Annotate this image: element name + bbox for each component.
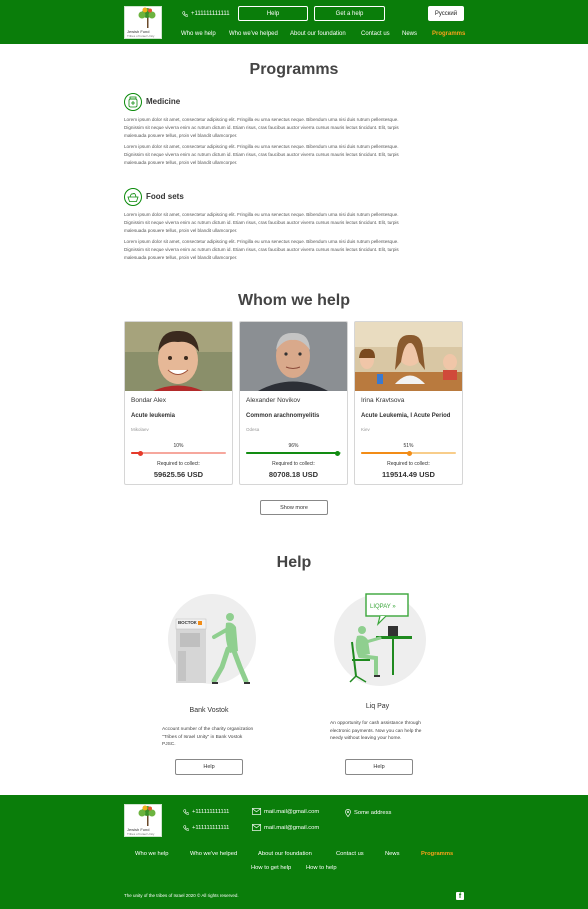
- logo-subtext: Tribes of Israel Unity: [127, 34, 155, 38]
- site-footer: Jewish Fund Tribes of Israel Unity +1111…: [0, 795, 588, 909]
- beneficiary-diagnosis: Common arachnomyelitis: [246, 413, 320, 419]
- copyright: The unity of the tribes of Israel 2020 ©…: [124, 893, 239, 898]
- footer-nav-who-we-help[interactable]: Who we help: [135, 851, 169, 857]
- beneficiary-name: Alexander Novikov: [246, 397, 301, 404]
- tree-logo-icon: [138, 7, 156, 28]
- beneficiary-name: Bondar Alex: [131, 397, 167, 404]
- progress-percent: 96%: [288, 443, 299, 449]
- beneficiary-name: Irina Kravtsova: [361, 397, 405, 404]
- address-text: Some address: [354, 810, 392, 816]
- beneficiary-photo: [240, 322, 347, 391]
- phone-icon: [183, 825, 189, 831]
- footer-nav-how-to-help[interactable]: How to help: [306, 865, 337, 871]
- beneficiary-diagnosis: Acute leukemia: [131, 413, 176, 419]
- footer-nav-how-to-get-help[interactable]: How to get help: [251, 865, 291, 871]
- programs-title: Programms: [249, 61, 339, 78]
- nav-about-foundation[interactable]: About our foundation: [290, 31, 346, 37]
- program-medicine-paragraph-2: Lorem ipsum dolor sit amet, consectetur …: [124, 144, 399, 165]
- beneficiary-photo: [355, 322, 462, 391]
- footer-email-2[interactable]: mail.mail@gmail.com: [252, 824, 319, 831]
- location-pin-icon: [345, 809, 351, 817]
- required-label: Required to collect:: [272, 461, 315, 467]
- program-food-paragraph-1: Lorem ipsum dolor sit amet, consectetur …: [124, 212, 399, 233]
- phone-number: +111111111111: [191, 11, 230, 17]
- progress-percent: 10%: [173, 443, 184, 449]
- help-button[interactable]: Help: [238, 6, 308, 21]
- nav-who-we-help[interactable]: Who we help: [181, 31, 216, 37]
- program-title-food-sets: Food sets: [146, 192, 184, 201]
- nav-news[interactable]: News: [402, 31, 417, 37]
- required-label: Required to collect:: [157, 461, 200, 467]
- atm-bank-label: ВОСТОК: [178, 620, 197, 625]
- logo[interactable]: Jewish Fund Tribes of Israel Unity: [124, 6, 162, 39]
- nav-who-weve-helped[interactable]: Who we've helped: [229, 31, 278, 37]
- phone-number: +111111111111: [192, 809, 230, 815]
- footer-email-1[interactable]: mail.mail@gmail.com: [252, 808, 319, 815]
- progress-bar: [361, 450, 456, 456]
- required-label: Required to collect:: [387, 461, 430, 467]
- header-phone[interactable]: +111111111111: [182, 11, 230, 17]
- liqpay-bubble-label: LIQPAY »: [370, 604, 396, 610]
- footer-nav-contact-us[interactable]: Contact us: [336, 851, 364, 857]
- atm-illustration: [168, 594, 256, 684]
- footer-phone-2[interactable]: +111111111111: [183, 825, 229, 831]
- bank-vostok-help-button[interactable]: Help: [175, 759, 243, 775]
- required-amount: 119514.49 USD: [382, 470, 435, 479]
- program-food-paragraph-2: Lorem ipsum dolor sit amet, consectetur …: [124, 239, 399, 260]
- tree-logo-icon: [138, 805, 156, 826]
- footer-nav-who-weve-helped[interactable]: Who we've helped: [190, 851, 237, 857]
- progress-percent: 51%: [403, 443, 414, 449]
- help-method-text-liqpay: An opportunity for cash assistance throu…: [330, 721, 422, 741]
- progress-bar: [131, 450, 226, 456]
- program-medicine-paragraph-1: Lorem ipsum dolor sit amet, consectetur …: [124, 117, 399, 138]
- liqpay-help-button[interactable]: Help: [345, 759, 413, 775]
- beneficiary-city: Odesa: [246, 427, 260, 432]
- beneficiary-city: Mikolaev: [131, 427, 149, 432]
- footer-nav-programms[interactable]: Programms: [421, 851, 453, 857]
- beneficiary-card[interactable]: Bondar Alex Acute leukemia Mikolaev 10% …: [124, 321, 233, 485]
- atm-brand-mark: [198, 621, 202, 625]
- beneficiary-card[interactable]: Irina Kravtsova Acute Leukemia, I Acute …: [354, 321, 463, 485]
- required-amount: 80708.18 USD: [268, 470, 319, 479]
- beneficiary-photo: [125, 322, 232, 391]
- get-help-button[interactable]: Get a help: [314, 6, 385, 21]
- nav-programms[interactable]: Programms: [432, 31, 465, 37]
- nav-contact-us[interactable]: Contact us: [361, 31, 390, 37]
- food-basket-icon: [124, 188, 142, 206]
- site-header: Jewish Fund Tribes of Israel Unity +1111…: [0, 0, 588, 44]
- email-address: mail.mail@gmail.com: [264, 824, 320, 831]
- required-amount: 59625.56 USD: [153, 470, 204, 479]
- phone-number: +111111111111: [192, 825, 230, 831]
- email-address: mail.mail@gmail.com: [264, 808, 320, 815]
- facebook-icon[interactable]: f: [456, 892, 464, 900]
- beneficiary-city: Kiev: [361, 427, 370, 432]
- progress-bar: [246, 450, 341, 456]
- logo-subtext: Tribes of Israel Unity: [127, 832, 155, 836]
- help-method-title-bank-vostok: Bank Vostok: [189, 707, 229, 714]
- mail-icon: [252, 824, 261, 831]
- footer-nav-news[interactable]: News: [385, 851, 400, 857]
- help-title: Help: [276, 554, 312, 571]
- footer-address: Some address: [345, 809, 391, 817]
- help-method-title-liqpay: Liq Pay: [365, 703, 390, 710]
- beneficiary-card[interactable]: Alexander Novikov Common arachnomyelitis…: [239, 321, 348, 485]
- phone-icon: [183, 809, 189, 815]
- mail-icon: [252, 808, 261, 815]
- beneficiary-diagnosis: Acute Leukemia, I Acute Period: [361, 413, 451, 419]
- whom-we-help-title: Whom we help: [238, 292, 350, 309]
- footer-nav-about-foundation[interactable]: About our foundation: [258, 851, 312, 857]
- footer-phone-1[interactable]: +111111111111: [183, 809, 229, 815]
- medicine-bottle-icon: [124, 93, 142, 111]
- show-more-button[interactable]: Show more: [260, 500, 328, 515]
- phone-icon: [182, 11, 188, 17]
- language-button[interactable]: Русский: [428, 6, 464, 21]
- footer-logo[interactable]: Jewish Fund Tribes of Israel Unity: [124, 804, 162, 837]
- help-method-text-bank-vostok: Account number of the charity organizati…: [162, 727, 254, 747]
- program-title-medicine: Medicine: [146, 97, 181, 106]
